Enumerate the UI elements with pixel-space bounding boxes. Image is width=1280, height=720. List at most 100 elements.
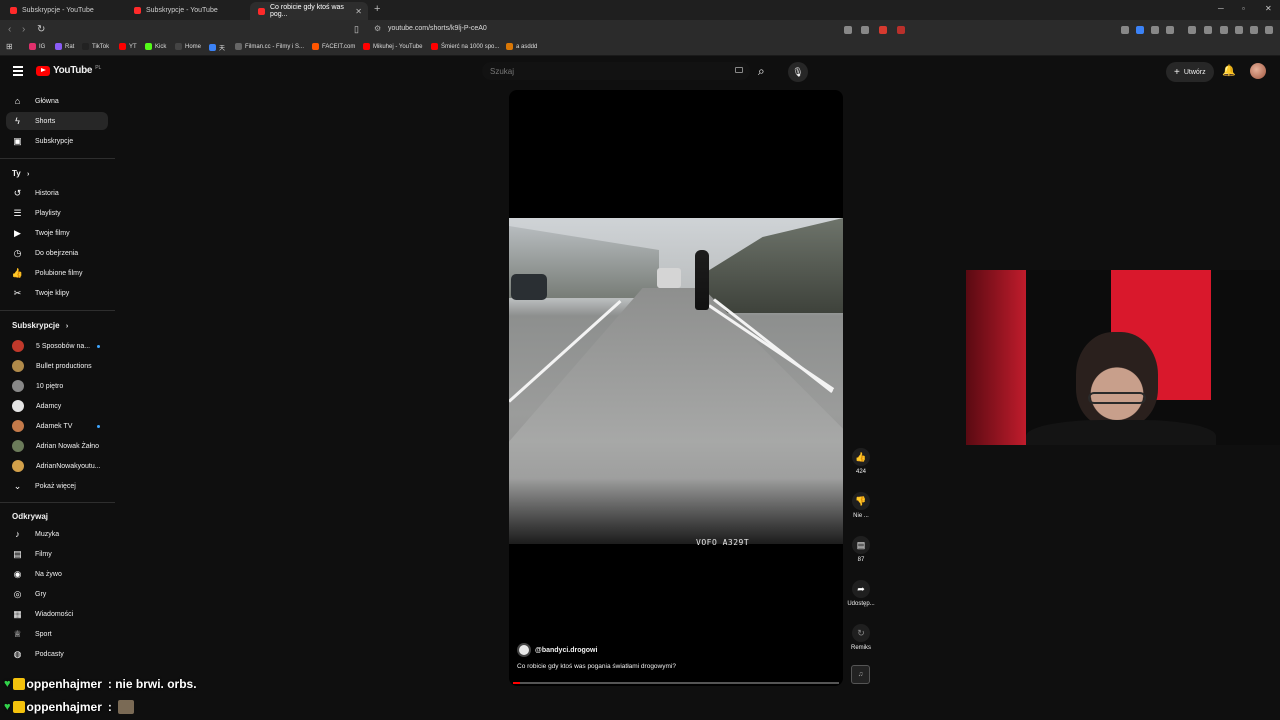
shorts-icon: ϟ xyxy=(15,116,20,126)
close-tab-icon[interactable]: ✕ xyxy=(355,7,362,16)
notifications-icon[interactable]: 🔔 xyxy=(1222,64,1236,77)
bookmark-item[interactable]: IG xyxy=(29,43,45,50)
brave-shield-icon[interactable] xyxy=(879,26,887,34)
extension-icon[interactable] xyxy=(1121,26,1129,34)
sidebar-item-music[interactable]: ♪ Muzyka xyxy=(6,525,108,543)
browser-tab[interactable]: Subskrypcje - YouTube xyxy=(2,2,120,18)
you-section-heading[interactable]: Ty › xyxy=(12,169,29,178)
bookmark-item[interactable]: FACEIT.com xyxy=(312,43,355,50)
sidebar-channel[interactable]: 5 Sposobów na... xyxy=(6,337,108,355)
channel-avatar xyxy=(12,340,24,352)
news-icon: ▦ xyxy=(13,608,22,619)
video-title[interactable]: Co robicie gdy ktoś was pogania światłam… xyxy=(517,663,676,670)
new-tab-button[interactable]: + xyxy=(374,3,380,15)
bookmark-item[interactable]: Mikuhej - YouTube xyxy=(363,43,422,50)
sidebar-item-live[interactable]: ◉ Na żywo xyxy=(6,565,108,583)
share-icon[interactable] xyxy=(861,26,869,34)
bookmark-item[interactable]: Home xyxy=(175,43,201,50)
bookmark-icon xyxy=(312,43,319,50)
extension-icon[interactable] xyxy=(844,26,852,34)
like-button[interactable]: 👍 424 xyxy=(845,448,877,475)
remix-icon: ↻ xyxy=(852,624,870,642)
sidebar-channel[interactable]: Adrian Nowak Żałno xyxy=(6,437,108,455)
subscriptions-section-heading[interactable]: Subskrypcje › xyxy=(12,321,68,330)
sidebar-item-podcasts[interactable]: ◍ Podcasty xyxy=(6,645,108,663)
close-window-icon[interactable]: ✕ xyxy=(1265,4,1272,13)
sidebar-channel[interactable]: Bullet productions xyxy=(6,357,108,375)
bookmark-item[interactable]: a asddd xyxy=(506,43,537,50)
watch-later-icon: ◷ xyxy=(13,247,22,258)
extension-icon[interactable] xyxy=(1151,26,1159,34)
bookmark-item[interactable]: YT xyxy=(119,43,137,50)
browser-tab[interactable]: Subskrypcje - YouTube xyxy=(126,2,244,18)
extension-icon[interactable] xyxy=(1136,26,1144,34)
rewards-icon[interactable] xyxy=(897,26,905,34)
create-button[interactable]: + Utwórz xyxy=(1166,62,1214,82)
chat-message: ♥ oppenhajmer : xyxy=(4,700,134,714)
microphone-icon[interactable]: 🎙 xyxy=(788,62,808,82)
reload-icon[interactable]: ↻ xyxy=(37,24,45,35)
sidebar-item-watch-later[interactable]: ◷ Do obejrzenia xyxy=(6,244,108,262)
sidebar-channel[interactable]: Adamek TV xyxy=(6,417,108,435)
extension-icon[interactable] xyxy=(1235,26,1243,34)
sidebar-channel[interactable]: AdrianNowakyoutu... xyxy=(6,457,108,475)
avatar[interactable] xyxy=(1250,63,1266,79)
bookmark-item[interactable]: Rat xyxy=(55,43,74,50)
sidebar-item-subscriptions[interactable]: ▣ Subskrypcje xyxy=(6,132,108,150)
sidebar-item-films[interactable]: ▤ Filmy xyxy=(6,545,108,563)
youtube-logo[interactable]: YouTube PL xyxy=(36,65,101,76)
wallet-icon[interactable] xyxy=(1220,26,1228,34)
bookmark-item[interactable]: Śmierć na 1000 spo... xyxy=(431,43,499,50)
back-icon[interactable]: ‹ xyxy=(8,24,11,35)
apps-grid-icon[interactable]: ⊞ xyxy=(6,42,13,51)
browser-tab-active[interactable]: Co robicie gdy ktoś was pog... ✕ xyxy=(250,2,368,20)
menu-icon[interactable] xyxy=(1265,26,1273,34)
sidebar-channel[interactable]: Adamcy xyxy=(6,397,108,415)
video-progress-bar[interactable] xyxy=(513,682,839,684)
sidebar-item-playlists[interactable]: ☰ Playlisty xyxy=(6,204,108,222)
minimize-icon[interactable]: ─ xyxy=(1218,4,1224,13)
url-field[interactable]: youtube.com/shorts/k9lj-P-ceA0 xyxy=(388,25,487,32)
extension-icon[interactable] xyxy=(1166,26,1174,34)
bookmark-item[interactable]: Kick xyxy=(145,43,166,50)
sound-thumbnail-icon[interactable]: ♫ xyxy=(851,665,870,684)
bookmark-item[interactable]: TikTok xyxy=(82,43,109,50)
new-content-dot xyxy=(97,344,100,348)
bookmark-item[interactable]: 天 xyxy=(209,43,225,52)
sidebar-item-sport[interactable]: ♕ Sport xyxy=(6,625,108,643)
forward-icon[interactable]: › xyxy=(22,24,25,35)
comments-button[interactable]: ▤ 87 xyxy=(845,536,877,563)
menu-icon[interactable] xyxy=(13,66,23,76)
remix-button[interactable]: ↻ Remiks xyxy=(845,624,877,651)
shorts-player[interactable]: VOFO A329T @bandyci.drogowi Co robicie g… xyxy=(509,90,843,686)
share-button[interactable]: ➦ Udostęp... xyxy=(845,580,877,607)
show-more-button[interactable]: ⌄ Pokaż więcej xyxy=(6,477,108,495)
site-info-icon[interactable]: ⚙ xyxy=(374,24,381,33)
bookmark-icon[interactable]: ▯ xyxy=(354,24,359,35)
sidebar-icon[interactable] xyxy=(1204,26,1212,34)
sidebar-item-your-videos[interactable]: ▶ Twoje filmy xyxy=(6,224,108,242)
video-motorcycle xyxy=(695,250,709,310)
sidebar-channel[interactable]: 10 piętro xyxy=(6,377,108,395)
bookmark-icon xyxy=(55,43,62,50)
sidebar-item-clips[interactable]: ✂ Twoje klipy xyxy=(6,284,108,302)
search-box[interactable] xyxy=(482,62,750,80)
sidebar-item-shorts[interactable]: ϟ Shorts xyxy=(6,112,108,130)
dislike-button[interactable]: 👎 Nie ... xyxy=(845,492,877,519)
channel-avatar xyxy=(12,380,24,392)
playlist-icon: ☰ xyxy=(13,207,22,218)
sidebar-item-news[interactable]: ▦ Wiadomości xyxy=(6,605,108,623)
sidebar-item-liked[interactable]: 👍 Polubione filmy xyxy=(6,264,108,282)
media-icon[interactable] xyxy=(1188,26,1196,34)
bookmark-icon xyxy=(363,43,370,50)
maximize-icon[interactable]: ▫ xyxy=(1242,4,1245,13)
bookmark-item[interactable]: Filman.cc - Filmy i S... xyxy=(235,43,304,50)
keyboard-icon[interactable] xyxy=(735,67,743,73)
sidebar-item-home[interactable]: ⌂ Główna xyxy=(6,92,108,110)
search-input[interactable] xyxy=(490,66,720,76)
extension-icon[interactable] xyxy=(1250,26,1258,34)
sidebar-item-history[interactable]: ↺ Historia xyxy=(6,184,108,202)
sidebar-item-gaming[interactable]: ◎ Gry xyxy=(6,585,108,603)
channel-link[interactable]: @bandyci.drogowi xyxy=(517,643,597,657)
search-icon[interactable]: ⌕ xyxy=(758,64,765,79)
